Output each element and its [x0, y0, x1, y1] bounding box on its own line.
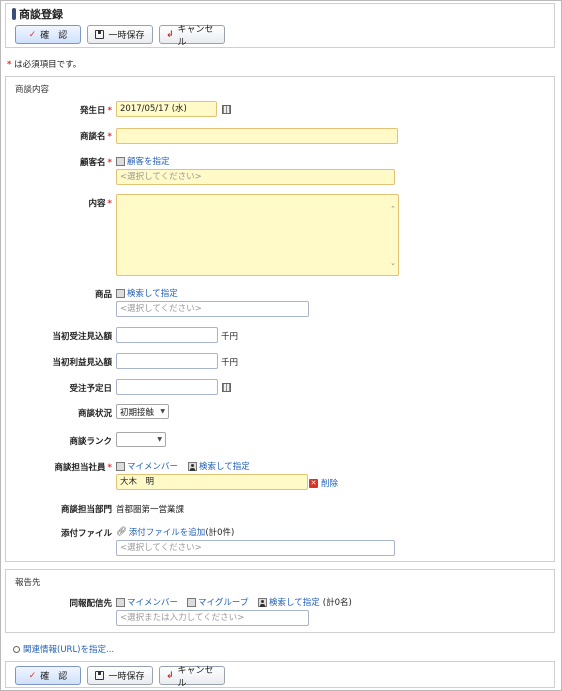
cancel-button[interactable]: ↲ キャンセル [159, 666, 225, 689]
return-arrow-icon: ↲ [166, 29, 174, 40]
occurrence-date-input[interactable]: 2017/05/17 (水) [116, 101, 217, 117]
confirm-label: 確 認 [40, 672, 68, 682]
temporary-save-label: 一時保存 [108, 672, 145, 682]
confirm-label: 確 認 [40, 31, 68, 41]
save-icon [95, 671, 105, 680]
product-input[interactable]: <選択してください> [116, 301, 309, 317]
department-value: 首都圏第一営業課 [116, 505, 185, 515]
footer-panel: ✓ 確 認 一時保存 ↲ キャンセル [5, 661, 555, 689]
my-groups-icon [187, 597, 196, 607]
staff-search-link[interactable]: 検索して指定 [188, 460, 250, 472]
title-marker-icon [12, 8, 16, 20]
my-members-icon [116, 461, 125, 471]
deal-status-select[interactable]: 初期接触 ▼ [116, 404, 169, 419]
initial-order-estimate-label: 当初受注見込額 [52, 332, 112, 342]
initial-profit-estimate-label: 当初利益見込額 [52, 358, 112, 368]
cancel-label: キャンセル [177, 24, 214, 48]
initial-profit-estimate-input[interactable] [116, 353, 218, 369]
staff-input[interactable]: 大木 明 [116, 474, 308, 490]
chevron-down-icon: ▼ [157, 436, 162, 443]
person-icon [188, 461, 197, 471]
occurrence-date-label: 発生日 * [80, 106, 112, 116]
customer-input[interactable]: <選択してください> [116, 169, 395, 185]
cancel-label: キャンセル [177, 665, 214, 689]
save-icon [95, 30, 105, 39]
my-groups-link[interactable]: マイグループ [187, 596, 248, 608]
calendar-icon[interactable] [222, 105, 231, 114]
deal-rank-label: 商談ランク [69, 437, 112, 447]
my-members-link[interactable]: マイメンバー [116, 460, 178, 472]
add-attachment-link[interactable]: 🔗︎ 添付ファイルを追加 (計0件) [116, 526, 234, 538]
page-title: 商談登録 [19, 8, 63, 21]
cancel-button[interactable]: ↲ キャンセル [159, 25, 225, 48]
page-title-bar: 商談登録 [12, 7, 63, 21]
calendar-icon[interactable] [222, 383, 231, 392]
scroll-up-icon[interactable]: ⌃ [390, 205, 396, 213]
expand-icon [13, 645, 20, 653]
customer-label: 顧客名 * [80, 158, 112, 168]
confirm-button[interactable]: ✓ 確 認 [15, 666, 81, 685]
deal-name-input[interactable] [116, 128, 398, 144]
specify-customer-link[interactable]: 顧客を指定 [116, 155, 170, 167]
department-label: 商談担当部門 [60, 505, 112, 515]
attachment-input[interactable]: <選択してください> [116, 540, 395, 556]
customer-icon [116, 156, 125, 166]
deal-content-panel: 商談内容 発生日 * 2017/05/17 (水) 商談名 * 顧客名 * 顧客を指定… [5, 76, 555, 562]
person-icon [258, 597, 267, 607]
section-title-deal-content: 商談内容 [15, 85, 50, 95]
staff-delete-link[interactable]: ✕ 削除 [309, 477, 338, 489]
check-icon: ✓ [28, 29, 37, 40]
broadcast-label: 同報配信先 [69, 599, 112, 609]
check-icon: ✓ [28, 670, 37, 681]
scroll-down-icon[interactable]: ⌄ [390, 259, 396, 267]
required-note: * は必須項目です。 [7, 60, 82, 70]
delete-icon: ✕ [309, 478, 318, 488]
chevron-down-icon: ▼ [160, 408, 165, 415]
scheduled-order-date-input[interactable] [116, 379, 218, 395]
scheduled-order-date-label: 受注予定日 [69, 384, 112, 394]
confirm-button[interactable]: ✓ 確 認 [15, 25, 81, 44]
broadcast-input[interactable]: <選択または入力してください> [116, 610, 309, 626]
report-panel: 報告先 同報配信先 マイメンバー マイグループ 検索して指定 (計0名) <選択ま… [5, 569, 555, 633]
initial-order-estimate-unit: 千円 [221, 332, 239, 342]
bottom-button-row: ✓ 確 認 一時保存 ↲ キャンセル [15, 666, 225, 689]
report-my-members-link[interactable]: マイメンバー [116, 596, 178, 608]
section-title-report: 報告先 [15, 578, 41, 588]
paperclip-icon: 🔗︎ [116, 527, 127, 537]
staff-label: 商談担当社員 * [54, 463, 112, 473]
initial-profit-estimate-unit: 千円 [221, 358, 239, 368]
temporary-save-button[interactable]: 一時保存 [87, 666, 153, 685]
initial-order-estimate-input[interactable] [116, 327, 218, 343]
related-url-link[interactable]: 関連情報(URL)を指定... [13, 643, 114, 655]
product-label: 商品 [94, 290, 112, 300]
temporary-save-button[interactable]: 一時保存 [87, 25, 153, 44]
deal-status-label: 商談状況 [77, 409, 112, 419]
deal-rank-select[interactable]: ▼ [116, 432, 166, 447]
content-textarea[interactable]: ⌃ ⌄ [116, 194, 399, 276]
deal-name-label: 商談名 * [80, 132, 112, 142]
top-button-row: ✓ 確 認 一時保存 ↲ キャンセル [15, 25, 225, 48]
return-arrow-icon: ↲ [166, 670, 174, 681]
temporary-save-label: 一時保存 [108, 31, 145, 41]
attachment-label: 添付ファイル [60, 529, 112, 539]
report-search-link[interactable]: 検索して指定 (計0名) [258, 596, 352, 608]
my-members-icon [116, 597, 125, 607]
content-label: 内容 * [88, 199, 112, 209]
header-panel: 商談登録 ✓ 確 認 一時保存 ↲ キャンセル [5, 3, 555, 48]
product-search-link[interactable]: 検索して指定 [116, 287, 178, 299]
search-specify-icon [116, 288, 125, 298]
